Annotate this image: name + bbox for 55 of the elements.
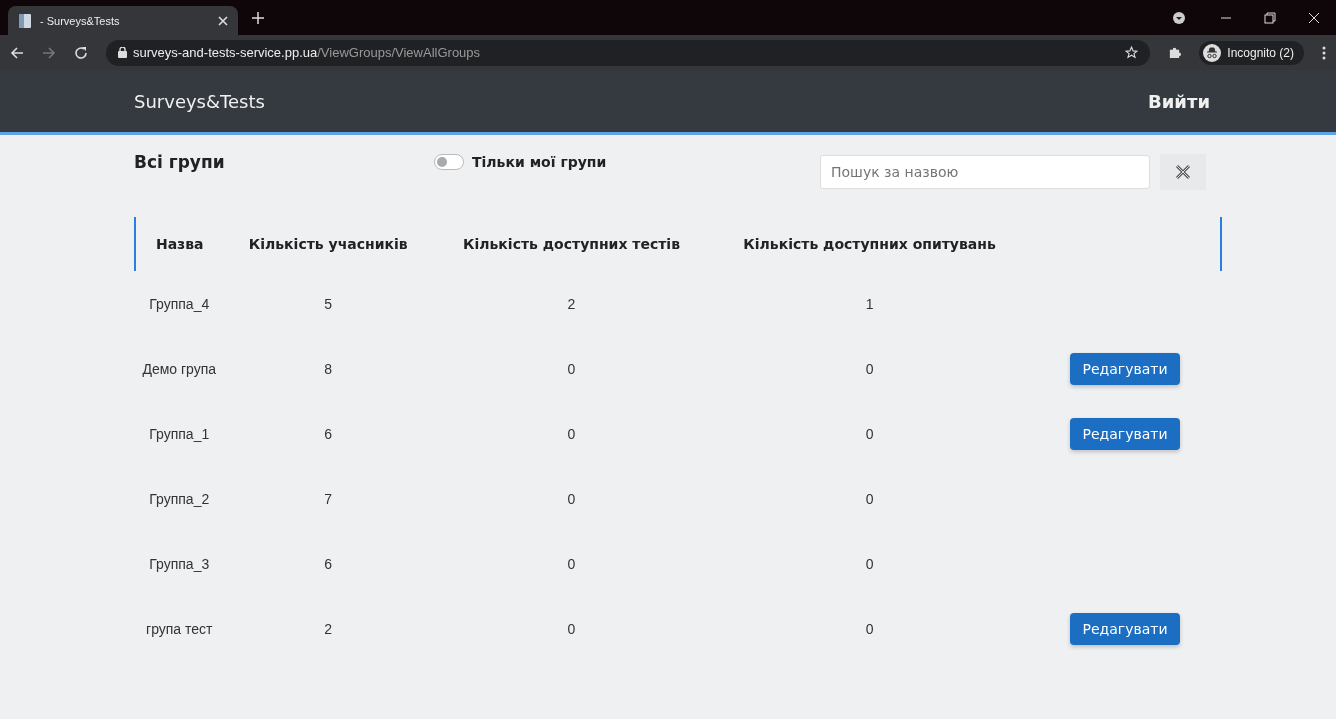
column-header: Кількість учасників	[247, 235, 409, 254]
address-field[interactable]: surveys-and-tests-service.pp.ua/ViewGroups/ViewAllGroups	[106, 39, 1151, 66]
lock-icon	[118, 47, 127, 58]
edit-button[interactable]: Редагувати	[1070, 612, 1180, 645]
close-window-icon[interactable]	[1308, 11, 1320, 24]
column-header: Кількість доступних опитувань	[742, 235, 997, 254]
close-icon	[1175, 164, 1191, 180]
table-cell-text: Группа_3	[148, 554, 211, 574]
edit-button[interactable]: Редагувати	[1070, 352, 1180, 385]
table-cell-text: 0	[566, 359, 577, 379]
table-cell-text: 0	[864, 489, 875, 509]
table-cell-text: 7	[323, 489, 334, 509]
table-cell-text: Демо група	[141, 359, 218, 379]
logout-link[interactable]: Вийти	[1148, 90, 1210, 112]
table-cell-text: Группа_1	[148, 424, 211, 444]
tab-search-icon[interactable]	[1172, 10, 1186, 25]
table-cell-text: 0	[566, 554, 577, 574]
restore-icon[interactable]	[1264, 11, 1276, 24]
table-cell-text: 2	[323, 619, 334, 639]
table-cell-text: 0	[864, 619, 875, 639]
toggle-switch[interactable]	[434, 154, 464, 170]
page-icon	[18, 12, 32, 29]
profile-button[interactable]: Incognito (2)	[1199, 40, 1304, 65]
table-cell-text: 8	[323, 359, 334, 379]
table-cell: Группа_4	[135, 271, 224, 336]
puzzle-icon[interactable]	[1168, 46, 1182, 59]
table-cell-text: 6	[323, 424, 334, 444]
clear-button[interactable]	[1160, 154, 1206, 190]
star-icon[interactable]	[1125, 46, 1139, 59]
table-cell-text: група тест	[145, 619, 214, 639]
table-cell-text: 0	[566, 619, 577, 639]
table-cell-text: 2	[566, 294, 577, 314]
table-cell-text: 1	[864, 294, 875, 314]
table-cell-text: 0	[566, 489, 577, 509]
forward-icon[interactable]	[42, 45, 56, 60]
table-cell-text: 0	[864, 554, 875, 574]
close-icon[interactable]	[218, 15, 228, 26]
toggle-label: Тільки мої групи	[472, 154, 607, 170]
column-header: Назва	[135, 217, 224, 271]
table-cell-text: 6	[323, 554, 334, 574]
new-tab-icon[interactable]	[252, 11, 264, 24]
table-cell-text: 0	[864, 359, 875, 379]
back-icon[interactable]	[10, 45, 24, 60]
table-cell-text: 0	[864, 424, 875, 444]
edit-button[interactable]: Редагувати	[1070, 417, 1180, 450]
table-cell-text: 5	[323, 294, 334, 314]
menu-icon[interactable]	[1322, 45, 1326, 60]
reload-icon[interactable]	[74, 45, 88, 60]
page-title: Всі групи	[134, 152, 226, 172]
brand-link[interactable]: Surveys&Tests	[134, 90, 265, 112]
table-cell-text: Группа_2	[148, 489, 211, 509]
incognito-icon	[1203, 43, 1222, 62]
column-header: Кількість доступних тестів	[462, 235, 681, 254]
table-cell-text: 0	[566, 424, 577, 444]
search-field[interactable]: Пошук за назвою	[820, 155, 1150, 189]
